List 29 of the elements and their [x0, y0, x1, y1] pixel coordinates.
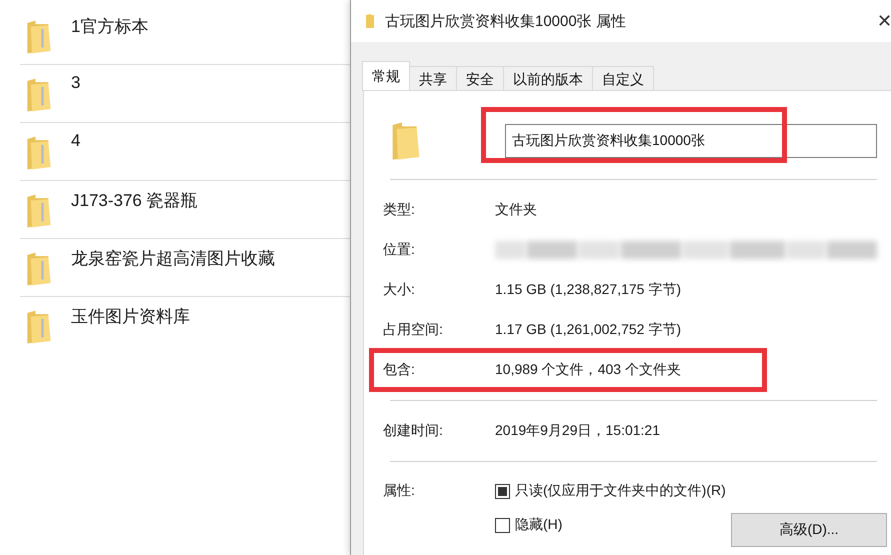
checkbox[interactable] — [495, 484, 510, 498]
folder-name[interactable]: 3 — [71, 73, 80, 93]
property-label: 类型: — [382, 201, 416, 219]
folder-name[interactable]: 玉件图片资料库 — [71, 305, 190, 328]
property-label: 位置: — [382, 241, 416, 259]
property-value: 1.17 GB (1,261,002,752 字节) — [495, 321, 681, 339]
property-label: 大小: — [382, 281, 416, 299]
tab[interactable]: 自定义 — [592, 66, 654, 90]
folder-name[interactable]: 4 — [71, 131, 80, 151]
name-field[interactable]: 古玩图片欣赏资料收集10000张 — [505, 124, 877, 158]
property-label: 属性: — [382, 482, 416, 500]
close-button[interactable]: ✕ — [871, 10, 891, 32]
folder-icon — [365, 13, 375, 29]
folder-name[interactable]: J173-376 瓷器瓶 — [71, 189, 198, 212]
property-label: 包含: — [382, 361, 416, 379]
advanced-button[interactable]: 高级(D)... — [731, 513, 887, 547]
checkbox-label[interactable]: 只读(仅应用于文件夹中的文件)(R) — [515, 482, 726, 500]
folder-name[interactable]: 1官方标本 — [71, 15, 148, 38]
property-value: 2019年9月29日，15:01:21 — [495, 422, 660, 440]
property-label: 创建时间: — [382, 422, 444, 440]
window-title: 古玩图片欣赏资料收集10000张 属性 — [385, 12, 627, 30]
folder-name[interactable]: 龙泉窑瓷片超高清图片收藏 — [71, 247, 275, 270]
checkbox-label[interactable]: 隐藏(H) — [515, 516, 562, 534]
property-value: 10,989 个文件，403 个文件夹 — [495, 361, 681, 379]
property-value: 文件夹 — [495, 201, 537, 219]
property-label: 占用空间: — [382, 321, 444, 339]
checkbox[interactable] — [495, 518, 510, 532]
property-value: 1.15 GB (1,238,827,175 字节) — [495, 281, 681, 299]
tab[interactable]: 常规 — [362, 61, 410, 91]
